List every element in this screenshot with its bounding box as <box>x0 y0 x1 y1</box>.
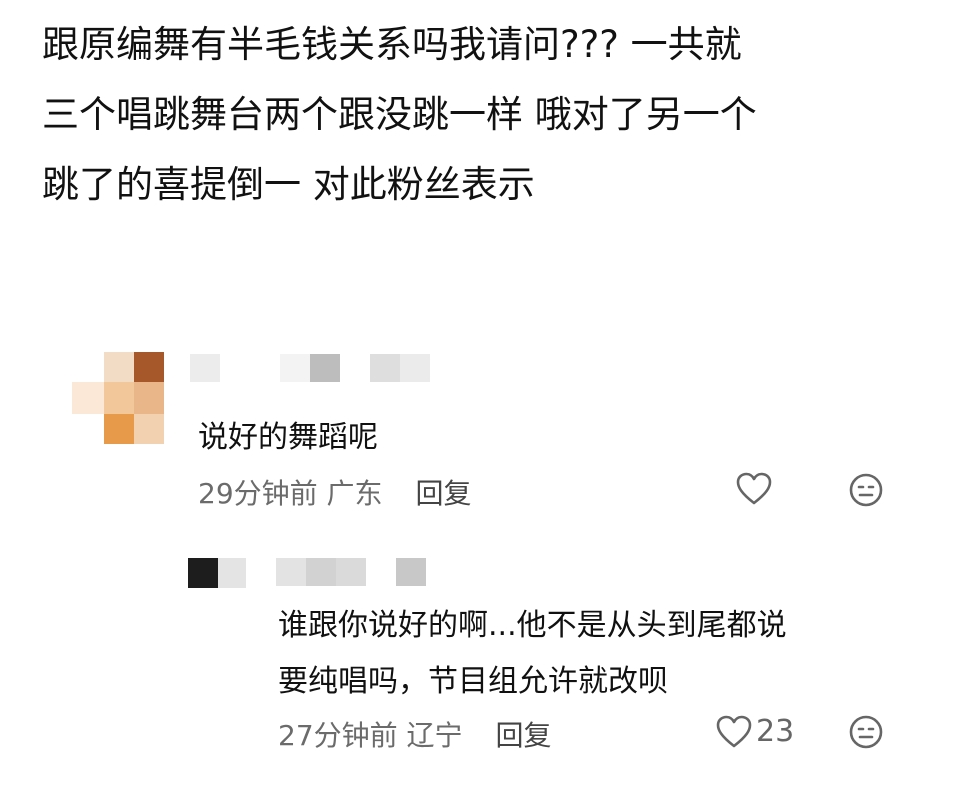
comment-location: 广东 <box>326 477 383 510</box>
emoji-reaction-button[interactable] <box>848 714 884 750</box>
heart-outline-icon <box>736 472 772 506</box>
reply-button[interactable]: 回复 <box>495 719 551 752</box>
like-button[interactable] <box>736 472 778 506</box>
comment-text: 谁跟你说好的啊...他不是从头到尾都说 要纯唱吗，节目组允许就改呗 <box>278 604 787 704</box>
emoji-face-icon <box>848 472 884 508</box>
comment-text-line: 要纯唱吗，节目组允许就改呗 <box>278 664 668 699</box>
comment-text: 说好的舞蹈呢 <box>198 420 378 455</box>
comment-text-line: 谁跟你说好的啊...他不是从头到尾都说 <box>278 608 787 643</box>
reply-button[interactable]: 回复 <box>415 477 471 510</box>
heart-outline-icon <box>716 715 752 749</box>
comment-screenshot-card: 说好的舞蹈呢 29分钟前 广东 回复 谁跟你说好的啊...他不是从头到尾都说 要… <box>40 322 920 772</box>
post-line: 三个唱跳舞台两个跟没跳一样 哦对了另一个 <box>42 93 757 136</box>
post-line: 跟原编舞有半毛钱关系吗我请问??? 一共就 <box>42 23 742 66</box>
comment-location: 辽宁 <box>406 719 463 752</box>
comment-meta: 29分钟前 广东 回复 <box>198 472 471 512</box>
emoji-face-icon <box>848 714 884 750</box>
avatar[interactable] <box>188 558 250 590</box>
username-censored[interactable] <box>190 354 440 384</box>
comment-meta: 27分钟前 辽宁 回复 <box>278 714 551 754</box>
comment-time: 27分钟前 <box>278 719 398 752</box>
like-button[interactable]: 23 <box>716 714 794 749</box>
post-line: 跳了的喜提倒一 对此粉丝表示 <box>42 163 535 206</box>
avatar[interactable] <box>72 352 172 447</box>
comment-time: 29分钟前 <box>198 477 318 510</box>
username-censored[interactable] <box>276 558 436 588</box>
like-count: 23 <box>756 714 795 749</box>
post-text: 跟原编舞有半毛钱关系吗我请问??? 一共就 三个唱跳舞台两个跟没跳一样 哦对了另… <box>42 22 922 232</box>
emoji-reaction-button[interactable] <box>848 472 884 508</box>
